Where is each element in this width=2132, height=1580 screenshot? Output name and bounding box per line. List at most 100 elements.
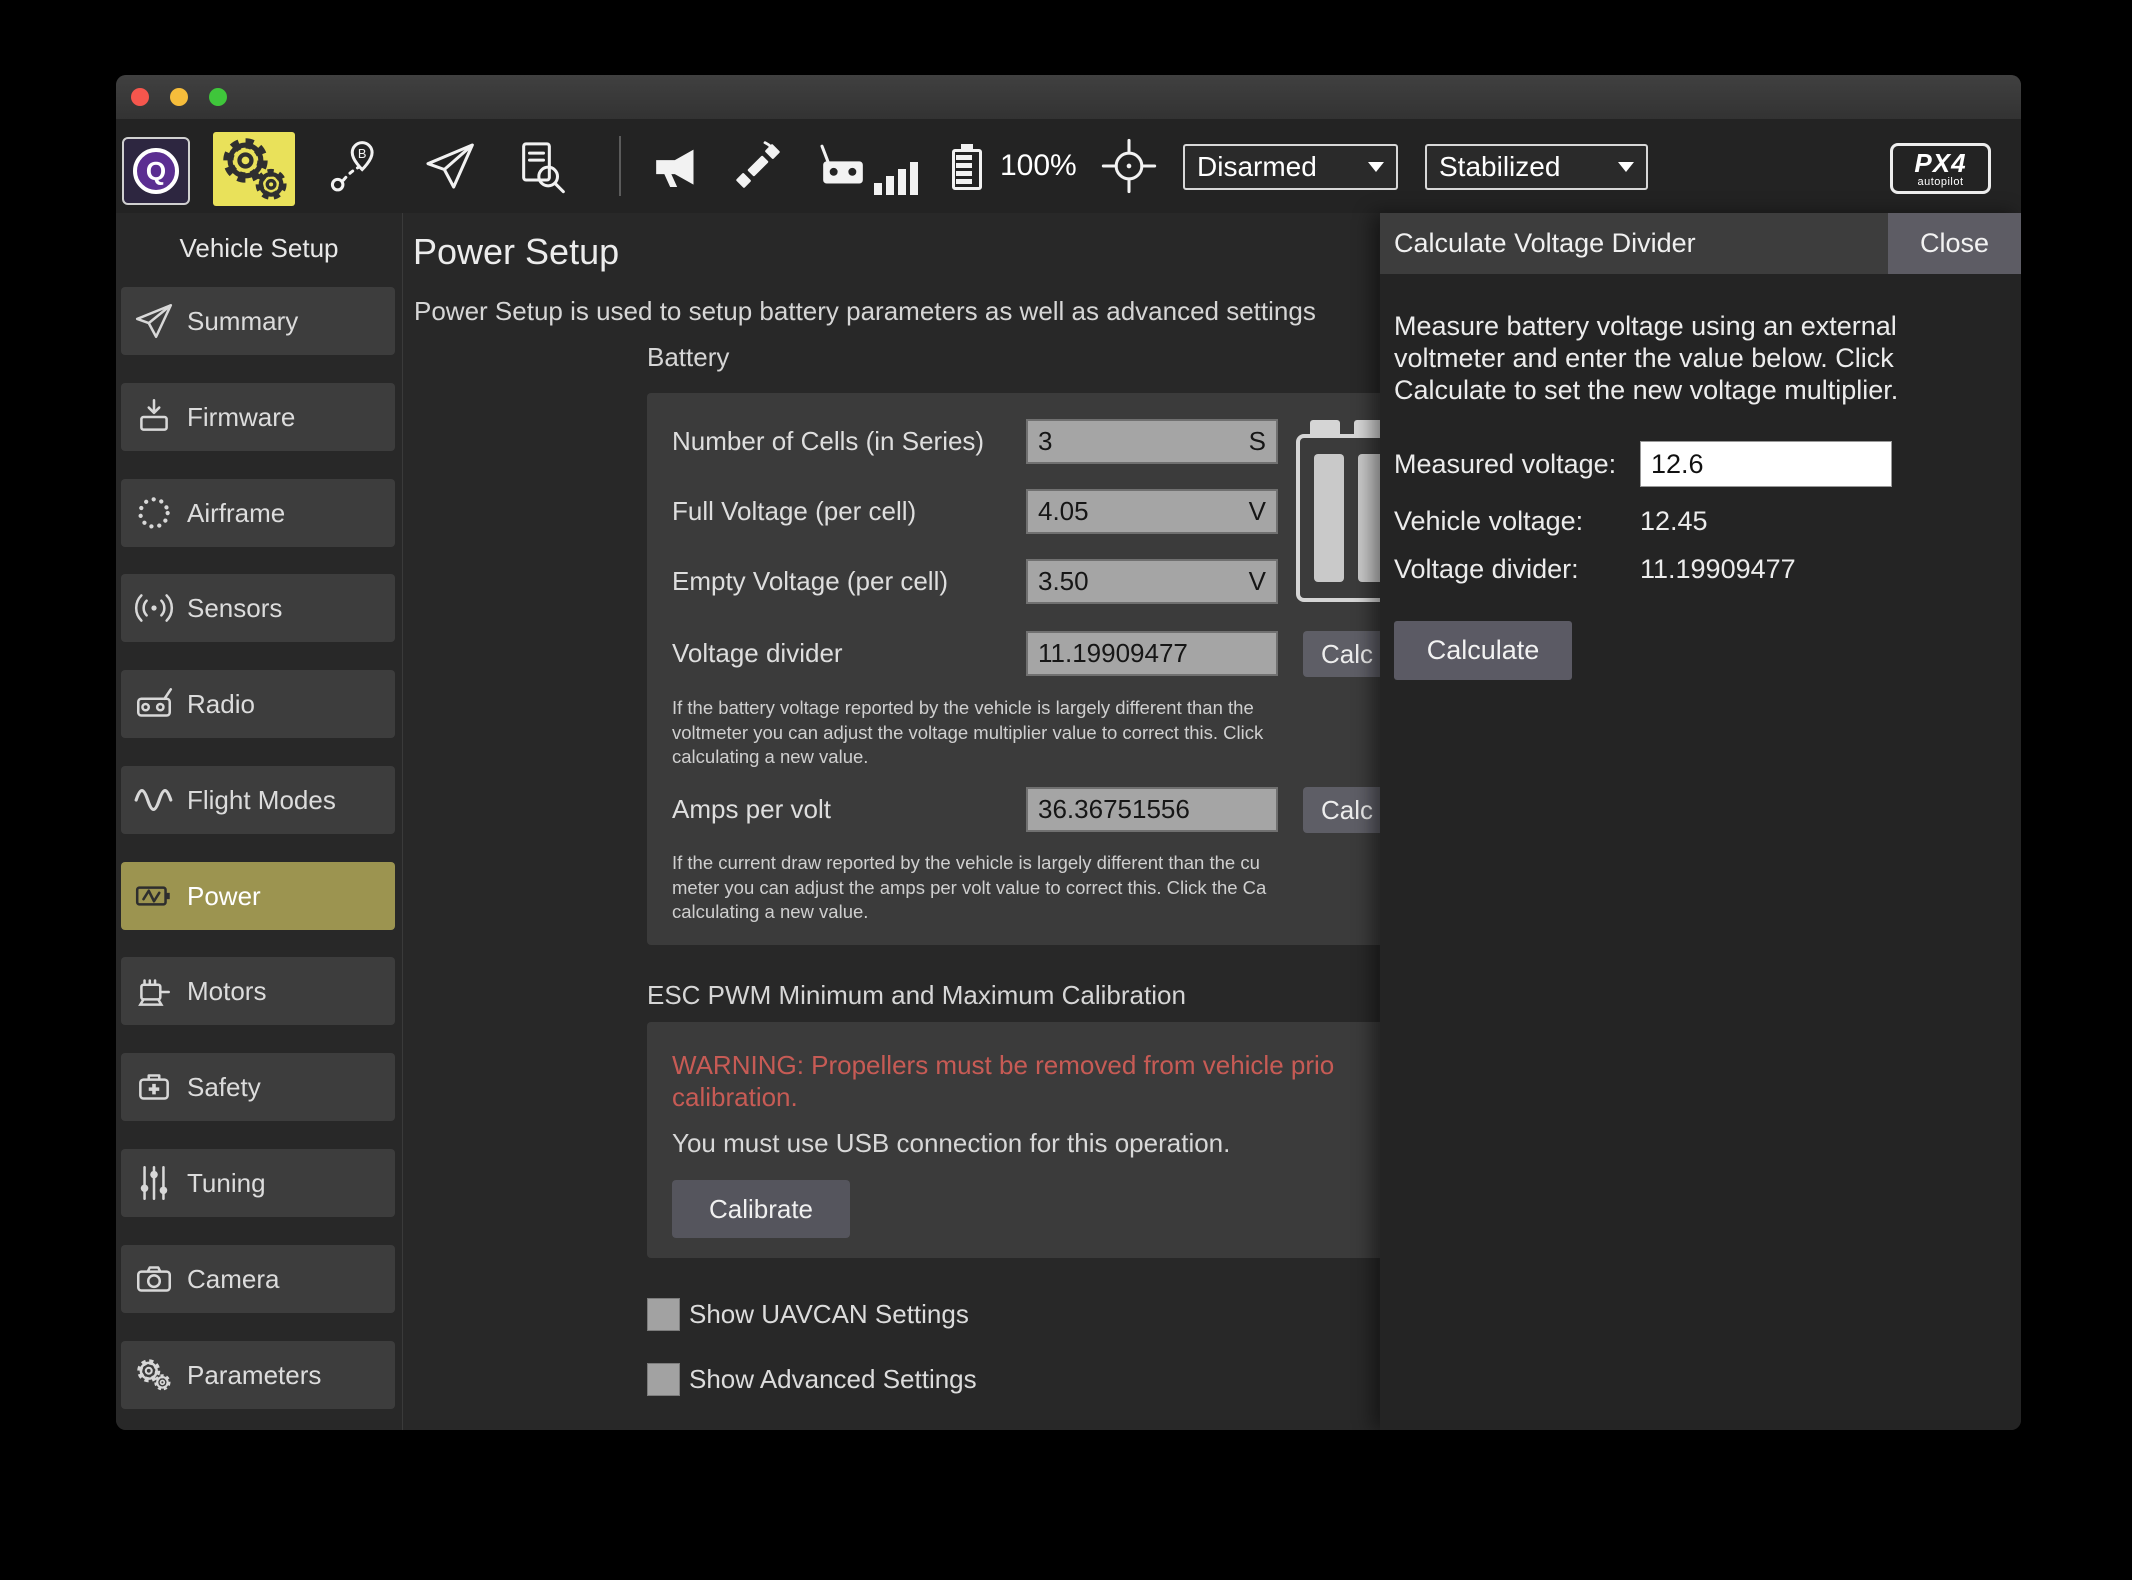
sidebar-item-firmware[interactable]: Firmware [121,383,395,451]
rc-transmitter-icon [820,144,863,184]
sidebar-item-airframe[interactable]: Airframe [121,479,395,547]
page-title: Power Setup [413,231,620,272]
voltage-divider-dialog: Calculate Voltage Divider Close Measure … [1380,213,2021,1430]
gears-icon [137,1359,171,1391]
analyze-view-button[interactable] [512,138,568,194]
battery-section-label: Battery [647,342,730,372]
titlebar [116,75,2021,119]
voltage-help-text: If the battery voltage reported by the v… [672,697,1264,767]
px4-autopilot-logo[interactable]: PX4 autopilot [1890,143,1991,194]
page-subtitle: Power Setup is used to setup battery par… [414,296,1316,326]
arm-status-dropdown[interactable]: Disarmed [1183,144,1398,190]
waypoint-icon: B [330,141,374,192]
measured-voltage-input[interactable] [1640,441,1892,487]
full-voltage-label: Full Voltage (per cell) [672,496,917,526]
zoom-window-button[interactable] [209,88,227,106]
vehicle-messages-button[interactable] [648,138,704,194]
firmware-download-icon [140,398,168,431]
flight-mode-dropdown[interactable]: Stabilized [1425,144,1648,190]
first-aid-icon [139,1074,169,1100]
battery-percent: 100% [1000,149,1077,182]
toolbar-divider [619,136,621,196]
svg-text:B: B [358,146,367,161]
sliders-icon [140,1165,168,1201]
cells-field[interactable]: 3 S [1026,419,1278,464]
battery-icon [135,886,170,906]
voltage-divider-field[interactable]: 11.19909477 [1026,631,1278,676]
cells-label: Number of Cells (in Series) [672,426,985,456]
motor-icon [138,979,170,1006]
esc-section-title: ESC PWM Minimum and Maximum Calibration [647,980,1186,1010]
rc-rssi-indicator[interactable] [815,138,871,194]
usb-note: You must use USB connection for this ope… [672,1128,1231,1158]
vehicle-voltage-value: 12.45 [1640,506,1708,536]
px4-logo-subtext: autopilot [1917,175,1964,188]
field-suffix: V [1248,496,1266,526]
qgc-logo-icon: Q [133,148,179,194]
qgc-logo-button[interactable]: Q [122,137,190,205]
fly-view-button[interactable] [421,138,477,194]
calculate-button[interactable]: Calculate [1394,621,1572,680]
arm-status-label: Disarmed [1197,151,1317,182]
vehicle-setup-view-button[interactable] [213,132,295,206]
airframe-dots-icon [138,497,170,529]
uavcan-checkbox[interactable] [647,1297,680,1331]
voltage-divider-value: 11.19909477 [1640,554,1796,584]
amps-per-volt-label: Amps per volt [672,794,831,824]
vehicle-voltage-label: Vehicle voltage: [1394,506,1584,536]
advanced-checkbox[interactable] [647,1362,680,1396]
calibrate-button[interactable]: Calibrate [672,1180,850,1238]
sidebar-item-tuning[interactable]: Tuning [121,1149,395,1217]
advanced-checkbox-label: Show Advanced Settings [689,1363,977,1394]
toolbar: Q B 100% Disarmed Stabilized PX4 autopil… [116,119,2021,213]
close-window-button[interactable] [131,88,149,106]
paper-plane-icon [426,143,474,189]
sidebar-item-summary[interactable]: Summary [121,287,395,355]
uavcan-checkbox-label: Show UAVCAN Settings [689,1298,969,1329]
sidebar-item-power[interactable]: Power [121,862,395,930]
empty-voltage-label: Empty Voltage (per cell) [672,566,949,596]
sidebar-item-motors[interactable]: Motors [121,957,395,1025]
esc-warning-text: WARNING: Propellers must be removed from… [672,1050,1335,1112]
amps-per-volt-field[interactable]: 36.36751556 [1026,787,1278,832]
sidebar-title: Vehicle Setup [179,233,339,263]
uavcan-settings-row: Show UAVCAN Settings [647,1297,969,1331]
gps-status-indicator[interactable] [730,138,786,194]
field-suffix: S [1248,426,1266,456]
dialog-instructions: Measure battery voltage using an externa… [1394,311,1899,405]
full-voltage-field[interactable]: 4.05 V [1026,489,1278,534]
gears-icon [223,138,287,200]
paper-plane-icon [135,303,173,339]
sensors-waves-icon [134,594,174,622]
radio-icon [136,688,173,717]
sidebar-item-radio[interactable]: Radio [121,670,395,738]
qgroundcontrol-window: Q B 100% Disarmed Stabilized PX4 autopil… [116,75,2021,1430]
crosshair-icon [1101,138,1157,194]
sidebar-item-parameters[interactable]: Parameters [121,1341,395,1409]
flight-mode-label: Stabilized [1439,151,1561,182]
close-button[interactable]: Close [1888,213,2021,274]
chevron-down-icon [1368,162,1384,172]
field-suffix: V [1248,566,1266,596]
sidebar-item-camera[interactable]: Camera [121,1245,395,1313]
sidebar-item-flight-modes[interactable]: Flight Modes [121,766,395,834]
megaphone-icon [656,149,694,187]
sidebar-item-safety[interactable]: Safety [121,1053,395,1121]
empty-voltage-field[interactable]: 3.50 V [1026,559,1278,604]
document-search-icon [522,142,565,194]
sidebar-item-sensors[interactable]: Sensors [121,574,395,642]
flight-modes-wave-icon [134,788,173,812]
advanced-settings-row: Show Advanced Settings [647,1362,977,1396]
camera-icon [136,1266,172,1292]
voltage-divider-label: Voltage divider: [1394,554,1579,584]
plan-view-button[interactable]: B [326,138,382,194]
screenshot-canvas: Q B 100% Disarmed Stabilized PX4 autopil… [0,0,2132,1580]
chevron-down-icon [1618,162,1634,172]
minimize-window-button[interactable] [170,88,188,106]
position-indicator[interactable] [1101,138,1157,194]
dialog-title: Calculate Voltage Divider [1394,228,1696,258]
voltage-divider-label: Voltage divider [672,638,843,668]
vehicle-setup-sidebar: Vehicle Setup Summary Firmware Airframe … [116,213,403,1430]
signal-bars-icon[interactable] [874,159,920,195]
battery-indicator[interactable] [952,144,982,190]
